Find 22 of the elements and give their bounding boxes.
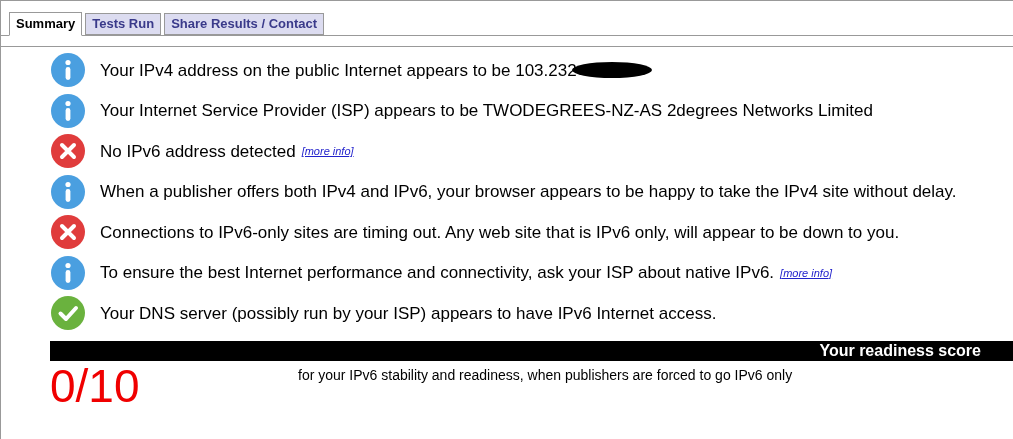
- result-text: Your DNS server (possibly run by your ISP) appears to have IPv6 Internet access.: [100, 302, 717, 325]
- result-text: Your IPv4 address on the public Internet appears to be 103.232: [100, 59, 577, 82]
- info-icon: [51, 174, 85, 209]
- info-icon: [51, 255, 85, 290]
- result-text: When a publisher offers both IPv4 and IPv6, your browser appears to be happy to take the IPv4 site without delay.: [100, 181, 957, 203]
- score-caption: for your IPv6 stability and readiness, when publishers are forced to go IPv6 only: [298, 365, 793, 385]
- more-info-link[interactable]: [more info]: [301, 143, 354, 160]
- error-icon: [51, 215, 85, 250]
- more-info-link[interactable]: [more info]: [780, 264, 833, 281]
- result-text: No IPv6 address detected: [100, 140, 296, 163]
- score-heading: Your readiness score: [50, 340, 1013, 361]
- tab[interactable]: Share Results / Contact: [164, 13, 325, 35]
- info-icon: [51, 93, 85, 128]
- tab[interactable]: Tests Run: [85, 13, 162, 35]
- result-text: Your Internet Service Provider (ISP) appears to be TWODEGREES-NZ-AS 2degrees Networks Limited: [100, 100, 873, 122]
- info-icon: [51, 53, 85, 88]
- result-text: To ensure the best Internet performance and connectivity, ask your ISP about native IPv6.: [100, 262, 775, 284]
- result-text: Connections to IPv6-only sites are timing out. Any web site that is IPv6 only, will appear to be down to you.: [100, 221, 900, 244]
- check-icon: [51, 296, 85, 331]
- tab[interactable]: Summary: [9, 12, 83, 36]
- score-value: 0/10: [50, 360, 141, 411]
- error-icon: [51, 134, 85, 169]
